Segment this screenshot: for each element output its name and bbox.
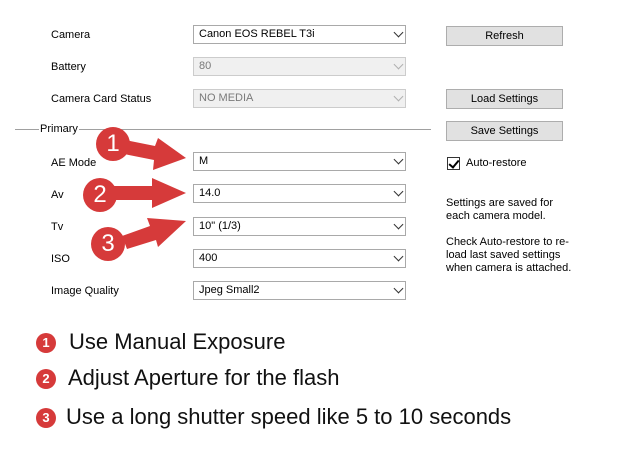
legend-badge-2: 2	[36, 369, 56, 389]
legend-text-1: Use Manual Exposure	[69, 329, 286, 354]
legend-text-2: Adjust Aperture for the flash	[68, 365, 340, 390]
legend-text-3: Use a long shutter speed like 5 to 10 se…	[66, 404, 512, 429]
arrow-1-icon	[124, 138, 186, 170]
arrow-2-icon	[114, 178, 186, 208]
arrow-3-icon	[122, 218, 186, 249]
callout-badge-3: 3	[91, 227, 125, 261]
legend-badge-3: 3	[36, 408, 56, 428]
legend-badge-1: 1	[36, 333, 56, 353]
callout-badge-2: 2	[83, 178, 117, 212]
callout-badge-1: 1	[96, 127, 130, 161]
